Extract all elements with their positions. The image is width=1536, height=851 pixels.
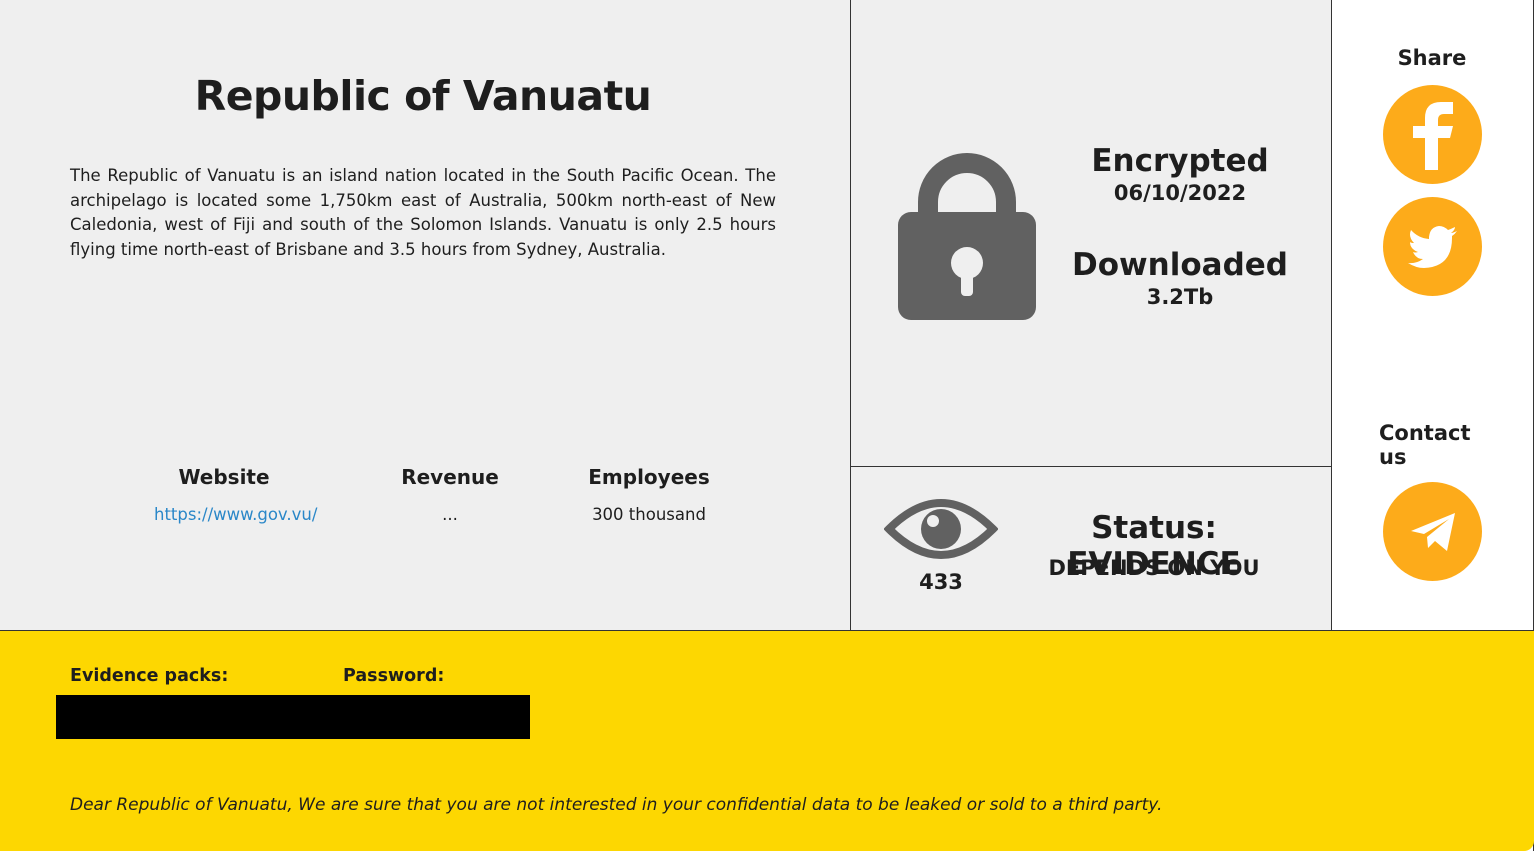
share-label: Share bbox=[1397, 46, 1467, 70]
victim-description: The Republic of Vanuatu is an island nat… bbox=[70, 166, 776, 259]
encrypted-label: Encrypted bbox=[1091, 143, 1269, 179]
revenue-value: ... bbox=[442, 505, 458, 524]
website-link[interactable]: https://www.gov.vu/ bbox=[154, 505, 317, 524]
facebook-icon bbox=[1412, 101, 1453, 170]
eye-icon bbox=[884, 499, 998, 559]
ransom-message: Dear Republic of Vanuatu, We are sure th… bbox=[70, 795, 1163, 815]
encrypted-date: 06/10/2022 bbox=[1113, 181, 1247, 205]
revenue-label: Revenue bbox=[401, 465, 499, 489]
evidence-band bbox=[0, 630, 1534, 851]
twitter-share-button[interactable] bbox=[1383, 197, 1482, 296]
evidence-packs-label: Evidence packs: bbox=[70, 666, 229, 686]
telegram-icon bbox=[1410, 512, 1455, 551]
redacted-box bbox=[56, 695, 530, 739]
website-label: Website bbox=[178, 465, 270, 489]
view-count: 433 bbox=[919, 570, 963, 594]
status-subtitle: DEPENDS ON YOU bbox=[1048, 556, 1260, 580]
twitter-icon bbox=[1407, 225, 1457, 268]
password-label: Password: bbox=[343, 666, 445, 686]
employees-column: Employees 300 thousand bbox=[579, 465, 719, 524]
telegram-contact-button[interactable] bbox=[1383, 482, 1482, 581]
page-title: Republic of Vanuatu bbox=[194, 72, 652, 120]
employees-value: 300 thousand bbox=[592, 505, 706, 524]
downloaded-size: 3.2Tb bbox=[1146, 285, 1214, 309]
website-column: Website https://www.gov.vu/ bbox=[154, 465, 317, 524]
downloaded-label: Downloaded bbox=[1072, 247, 1288, 283]
encrypted-block: Encrypted 06/10/2022 bbox=[1030, 143, 1330, 205]
leak-page: Republic of Vanuatu The Republic of Vanu… bbox=[0, 0, 1534, 851]
lock-icon bbox=[898, 153, 1036, 320]
revenue-column: Revenue ... bbox=[390, 465, 510, 524]
facebook-share-button[interactable] bbox=[1383, 85, 1482, 184]
employees-label: Employees bbox=[588, 465, 710, 489]
downloaded-block: Downloaded 3.2Tb bbox=[1030, 247, 1330, 309]
contact-label: Contact us bbox=[1379, 421, 1471, 469]
